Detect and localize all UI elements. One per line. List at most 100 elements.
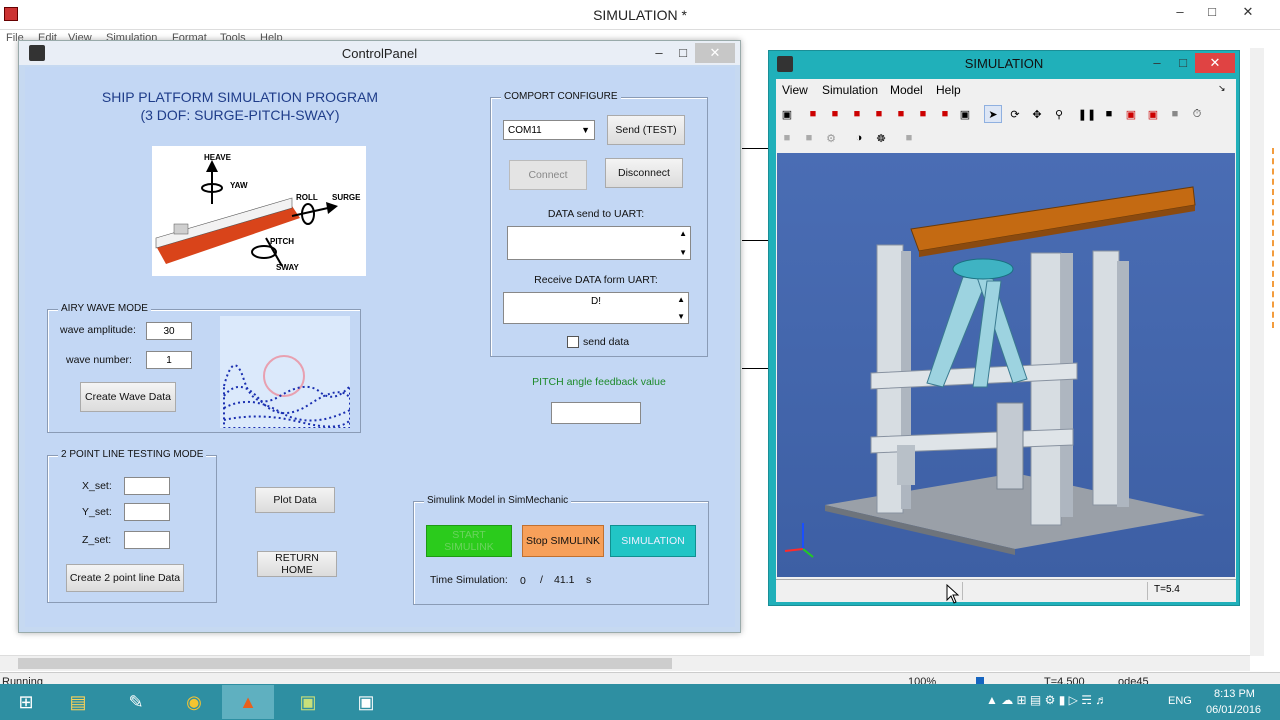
sim-menu-help[interactable]: Help [936, 83, 961, 97]
pan-icon[interactable]: ✥ [1028, 105, 1046, 123]
simulation-button[interactable]: SIMULATION [610, 525, 696, 557]
paint-icon[interactable]: ✎ [110, 685, 162, 719]
camera-icon[interactable]: ■ [1166, 105, 1184, 123]
sim-menu-model[interactable]: Model [890, 83, 923, 97]
clock-date[interactable]: 06/01/2016 [1206, 704, 1261, 716]
time-current-value: 0 [520, 575, 526, 587]
view-right-icon[interactable]: ■ [870, 105, 888, 123]
cp-maximize-icon[interactable]: □ [669, 43, 697, 63]
two-point-line-legend: 2 POINT LINE TESTING MODE [58, 449, 207, 460]
scroll-up-icon[interactable]: ▲ [677, 295, 685, 304]
record-settings-icon[interactable]: ▣ [1144, 105, 1162, 123]
pause-icon[interactable]: ❚❚ [1078, 105, 1096, 123]
file-explorer-icon[interactable]: ▤ [52, 685, 104, 719]
uart-send-textarea[interactable]: ▲ ▼ [507, 226, 691, 260]
stop-icon[interactable]: ■ [1100, 105, 1118, 123]
view-front-icon[interactable]: ■ [804, 105, 822, 123]
control-panel-window: ControlPanel – □ ✕ SHIP PLATFORM SIMULAT… [18, 40, 741, 633]
sway-label: SWAY [276, 263, 299, 272]
start-simulink-button[interactable]: START SIMULINK [426, 525, 512, 557]
airy-wave-panel: AIRY WAVE MODE wave amplitude: 30 wave n… [47, 303, 361, 433]
comport-panel: COMPORT CONFIGURE COM11 ▼ Send (TEST) Co… [490, 91, 708, 357]
main-window-titlebar: SIMULATION * – □ ✕ [0, 0, 1280, 30]
x-set-label: X_set: [82, 480, 112, 492]
rotate-icon[interactable]: ⟳ [1006, 105, 1024, 123]
simulation-client: View Simulation Model Help ↘ ▣ ■ ■ ■ ■ ■… [776, 79, 1236, 602]
wave-amplitude-input[interactable]: 30 [146, 322, 192, 340]
pitch-feedback-field [551, 402, 641, 424]
simulation-3d-viewport[interactable] [777, 153, 1235, 577]
clock-time[interactable]: 8:13 PM [1214, 688, 1255, 700]
com-port-select[interactable]: COM11 ▼ [503, 120, 595, 140]
notes-app-icon[interactable]: ▣ [282, 685, 334, 719]
view-bottom-icon[interactable]: ■ [914, 105, 932, 123]
yaw-label: YAW [230, 181, 248, 190]
uart-receive-label: Receive DATA form UART: [534, 274, 658, 286]
scroll-down-icon[interactable]: ▼ [679, 248, 687, 257]
return-home-button[interactable]: RETURN HOME [257, 551, 337, 577]
y-set-input[interactable] [124, 503, 170, 521]
wave-amplitude-label: wave amplitude: [60, 324, 136, 336]
create-line-data-button[interactable]: Create 2 point line Data [66, 564, 184, 592]
sim-menu-view[interactable]: View [782, 83, 808, 97]
timer-icon[interactable]: ⏱ [1188, 105, 1206, 123]
sim-toolbar: ▣ ■ ■ ■ ■ ■ ■ ■ ▣ ➤ ⟳ ✥ ⚲ ❚❚ ■ ▣ ▣ ■ ⏱ ■… [776, 103, 1236, 151]
control-panel-body: SHIP PLATFORM SIMULATION PROGRAM (3 DOF:… [25, 67, 735, 627]
cp-close-icon[interactable]: ✕ [695, 43, 735, 63]
uart-receive-textarea[interactable]: D! ▲ ▼ [503, 292, 689, 324]
view-top-icon[interactable]: ■ [892, 105, 910, 123]
lighting-icon[interactable]: ◑ [850, 129, 868, 147]
surge-label: SURGE [332, 193, 361, 202]
sim-maximize-icon[interactable]: □ [1169, 53, 1197, 73]
two-point-line-panel: 2 POINT LINE TESTING MODE X_set: Y_set: … [47, 449, 217, 603]
system-tray-icons[interactable]: ▲ ☁ ⊞ ▤ ⚙ ▮ ▷ ☴ ♬ [986, 693, 1142, 711]
create-wave-data-button[interactable]: Create Wave Data [80, 382, 176, 412]
uart-send-label: DATA send to UART: [547, 208, 645, 220]
record-icon[interactable]: ▣ [1122, 105, 1140, 123]
signal-arrow [742, 240, 768, 241]
windows-start-icon[interactable]: ⊞ [0, 685, 52, 719]
minimize-icon[interactable]: – [1166, 2, 1194, 22]
pitch-feedback-label: PITCH angle feedback value [532, 376, 666, 388]
main-window-title: SIMULATION * [593, 7, 687, 23]
vertical-scrollbar[interactable] [1250, 48, 1264, 656]
camera-app-icon[interactable]: ▣ [340, 685, 392, 719]
save-icon[interactable]: ▣ [778, 105, 796, 123]
plot-data-button[interactable]: Plot Data [255, 487, 335, 513]
chrome-icon[interactable]: ◉ [168, 685, 220, 719]
sim-close-icon[interactable]: ✕ [1195, 53, 1235, 73]
horizontal-scrollbar[interactable] [0, 655, 1250, 671]
simulation-window: SIMULATION – □ ✕ View Simulation Model H… [768, 50, 1240, 606]
z-set-input[interactable] [124, 531, 170, 549]
close-icon[interactable]: ✕ [1234, 2, 1262, 22]
toolbar-icon-disabled: ■ [905, 132, 913, 144]
airy-wave-legend: AIRY WAVE MODE [58, 303, 151, 314]
view-iso-icon[interactable]: ■ [936, 105, 954, 123]
send-data-checkbox[interactable] [567, 336, 579, 348]
roll-label: ROLL [296, 193, 318, 202]
view-back-icon[interactable]: ■ [826, 105, 844, 123]
language-indicator[interactable]: ENG [1168, 695, 1192, 707]
maximize-icon[interactable]: □ [1198, 2, 1226, 22]
wave-number-input[interactable]: 1 [146, 351, 192, 369]
dock-arrow-icon[interactable]: ↘ [1218, 83, 1226, 94]
scroll-down-icon[interactable]: ▼ [677, 312, 685, 321]
select-pointer-icon[interactable]: ➤ [984, 105, 1002, 123]
send-test-button[interactable]: Send (TEST) [607, 115, 685, 145]
simulink-legend: Simulink Model in SimMechanic [424, 495, 572, 506]
sim-statusbar: T=5.4 [776, 579, 1236, 601]
view-left-icon[interactable]: ■ [848, 105, 866, 123]
scroll-thumb[interactable] [18, 658, 672, 669]
x-set-input[interactable] [124, 477, 170, 495]
sim-menu-simulation[interactable]: Simulation [822, 83, 878, 97]
zoom-icon[interactable]: ⚲ [1050, 105, 1068, 123]
fit-view-icon[interactable]: ▣ [956, 105, 974, 123]
matlab-icon[interactable]: ▲ [222, 685, 274, 719]
sim-minimize-icon[interactable]: – [1143, 53, 1171, 73]
connect-button[interactable]: Connect [509, 160, 587, 190]
disconnect-button[interactable]: Disconnect [605, 158, 683, 188]
scroll-up-icon[interactable]: ▲ [679, 229, 687, 238]
chevron-down-icon: ▼ [581, 125, 590, 135]
cg-marker-icon[interactable]: ☸ [872, 129, 890, 147]
stop-simulink-button[interactable]: Stop SIMULINK [522, 525, 604, 557]
